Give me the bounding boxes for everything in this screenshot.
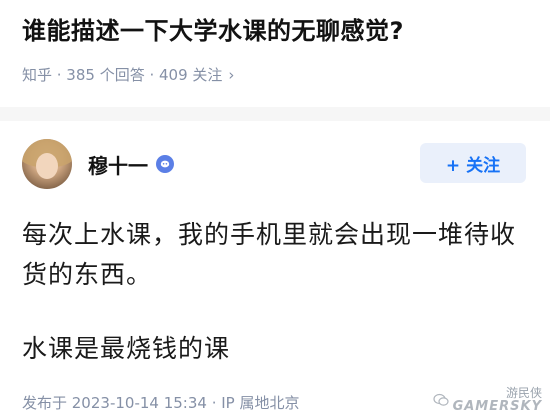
answer-meta: 发布于 2023-10-14 15:34 · IP 属地北京 [22, 394, 300, 412]
answer-card: 穆十一 + 关注 每次上水课，我的手机里就会出现一堆待收货的东西。 水课是最烧钱… [0, 121, 550, 369]
avatar[interactable] [22, 139, 72, 189]
follow-button[interactable]: + 关注 [420, 143, 526, 183]
author-row: 穆十一 + 关注 [22, 121, 528, 207]
answer-paragraph: 水课是最烧钱的课 [22, 334, 231, 363]
question-meta[interactable]: 知乎 · 385 个回答 · 409 关注 › [22, 64, 528, 85]
watermark-brand: GAMERSKY [452, 399, 542, 414]
question-meta-text: 知乎 · 385 个回答 · 409 关注 [22, 66, 223, 84]
chevron-right-icon: › [228, 65, 235, 84]
question-header: 谁能描述一下大学水课的无聊感觉? 知乎 · 385 个回答 · 409 关注 › [0, 0, 550, 85]
author-name[interactable]: 穆十一 [88, 150, 148, 179]
answer-paragraph: 每次上水课，我的手机里就会出现一堆待收货的东西。 [22, 220, 517, 289]
section-divider [0, 107, 550, 121]
question-title[interactable]: 谁能描述一下大学水课的无聊感觉? [22, 14, 528, 48]
verified-badge-icon [156, 155, 174, 173]
answer-content[interactable]: 每次上水课，我的手机里就会出现一堆待收货的东西。 水课是最烧钱的课 [22, 215, 528, 369]
watermark: 游民侠 GAMERSKY [432, 387, 542, 414]
wechat-icon [432, 393, 449, 406]
